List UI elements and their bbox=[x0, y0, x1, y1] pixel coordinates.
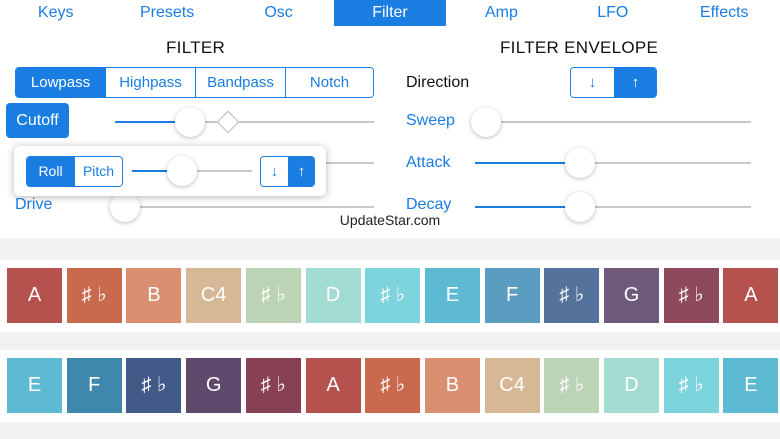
note-key-c4[interactable]: C4 bbox=[484, 358, 540, 413]
filter-type-notch[interactable]: Notch bbox=[285, 68, 373, 97]
sharp-flat-key[interactable]: ♯ ♭ bbox=[663, 358, 719, 413]
popover-direction-selector: ↓ ↑ bbox=[260, 156, 315, 187]
sharp-flat-key[interactable]: ♯ ♭ bbox=[365, 358, 421, 413]
sharp-flat-key[interactable]: ♯ ♭ bbox=[126, 358, 182, 413]
modulation-popover: Roll Pitch ↓ ↑ bbox=[14, 146, 326, 196]
note-key-e[interactable]: E bbox=[424, 268, 480, 323]
direction-label: Direction bbox=[406, 74, 470, 91]
tab-filter[interactable]: Filter bbox=[334, 0, 446, 26]
popover-down-button[interactable]: ↓ bbox=[261, 157, 288, 186]
note-key-e[interactable]: E bbox=[7, 358, 62, 413]
roll-pitch-selector: Roll Pitch bbox=[26, 156, 123, 187]
tab-presets[interactable]: Presets bbox=[111, 0, 222, 26]
envelope-direction-selector: ↓ ↑ bbox=[570, 67, 657, 98]
note-key-g[interactable]: G bbox=[604, 268, 659, 323]
attack-label: Attack bbox=[406, 154, 451, 171]
attack-slider[interactable] bbox=[475, 162, 751, 164]
drive-label: Drive bbox=[15, 196, 53, 213]
arrow-up-icon: ↑ bbox=[631, 74, 640, 91]
note-key-b[interactable]: B bbox=[424, 358, 480, 413]
note-key-d[interactable]: D bbox=[305, 268, 361, 323]
sharp-flat-key[interactable]: ♯ ♭ bbox=[245, 358, 301, 413]
filter-heading: FILTER bbox=[166, 38, 226, 57]
filter-type-bandpass[interactable]: Bandpass bbox=[195, 68, 285, 97]
tab-keys[interactable]: Keys bbox=[0, 0, 111, 26]
note-key-f[interactable]: F bbox=[66, 358, 122, 413]
cutoff-button[interactable]: Cutoff bbox=[6, 103, 69, 138]
note-key-e[interactable]: E bbox=[723, 358, 779, 413]
note-key-b[interactable]: B bbox=[126, 268, 182, 323]
keyboard-row-1: A ♯ ♭ B C4 ♯ ♭ D ♯ ♭ E F ♯ ♭ G ♯ ♭ A bbox=[0, 260, 780, 332]
sweep-label: Sweep bbox=[406, 112, 455, 129]
tab-bar: Keys Presets Osc Filter Amp LFO Effects bbox=[0, 0, 780, 26]
attack-slider-thumb[interactable] bbox=[564, 148, 595, 178]
watermark-text: UpdateStar.com bbox=[339, 212, 441, 228]
note-key-g[interactable]: G bbox=[186, 358, 242, 413]
filter-envelope-heading: FILTER ENVELOPE bbox=[500, 38, 659, 57]
filter-type-lowpass[interactable]: Lowpass bbox=[16, 68, 105, 97]
sharp-flat-key[interactable]: ♯ ♭ bbox=[544, 358, 600, 413]
popover-up-button[interactable]: ↑ bbox=[288, 157, 314, 186]
note-key-a[interactable]: A bbox=[723, 268, 779, 323]
tab-lfo[interactable]: LFO bbox=[557, 0, 668, 26]
note-key-d[interactable]: D bbox=[604, 358, 659, 413]
note-key-f[interactable]: F bbox=[484, 268, 540, 323]
decay-slider[interactable] bbox=[475, 206, 751, 208]
arrow-down-icon: ↓ bbox=[270, 163, 279, 180]
tab-effects[interactable]: Effects bbox=[669, 0, 780, 26]
arrow-down-icon: ↓ bbox=[588, 74, 597, 91]
decay-slider-thumb[interactable] bbox=[564, 192, 595, 222]
keyboard-row-2: E F ♯ ♭ G ♯ ♭ A ♯ ♭ B C4 ♯ ♭ D ♯ ♭ E bbox=[0, 350, 780, 422]
popover-slider-thumb[interactable] bbox=[167, 156, 198, 186]
arrow-up-icon: ↑ bbox=[297, 163, 306, 180]
note-key-a[interactable]: A bbox=[7, 268, 62, 323]
sharp-flat-key[interactable]: ♯ ♭ bbox=[365, 268, 421, 323]
cutoff-slider-thumb[interactable] bbox=[175, 107, 206, 137]
direction-down-button[interactable]: ↓ bbox=[571, 68, 614, 97]
note-key-a[interactable]: A bbox=[305, 358, 361, 413]
sweep-slider-thumb[interactable] bbox=[471, 107, 502, 137]
mode-pitch-button[interactable]: Pitch bbox=[74, 157, 122, 186]
sweep-slider[interactable] bbox=[475, 121, 751, 123]
cutoff-slider[interactable] bbox=[115, 121, 374, 123]
tab-amp[interactable]: Amp bbox=[446, 0, 557, 26]
filter-type-selector: Lowpass Highpass Bandpass Notch bbox=[15, 67, 374, 98]
sharp-flat-key[interactable]: ♯ ♭ bbox=[544, 268, 600, 323]
drive-slider[interactable] bbox=[115, 206, 374, 208]
mode-roll-button[interactable]: Roll bbox=[27, 157, 74, 186]
filter-type-highpass[interactable]: Highpass bbox=[105, 68, 195, 97]
tab-osc[interactable]: Osc bbox=[223, 0, 334, 26]
sharp-flat-key[interactable]: ♯ ♭ bbox=[245, 268, 301, 323]
sharp-flat-key[interactable]: ♯ ♭ bbox=[663, 268, 719, 323]
direction-up-button[interactable]: ↑ bbox=[614, 68, 656, 97]
note-key-c4[interactable]: C4 bbox=[186, 268, 242, 323]
sharp-flat-key[interactable]: ♯ ♭ bbox=[66, 268, 122, 323]
